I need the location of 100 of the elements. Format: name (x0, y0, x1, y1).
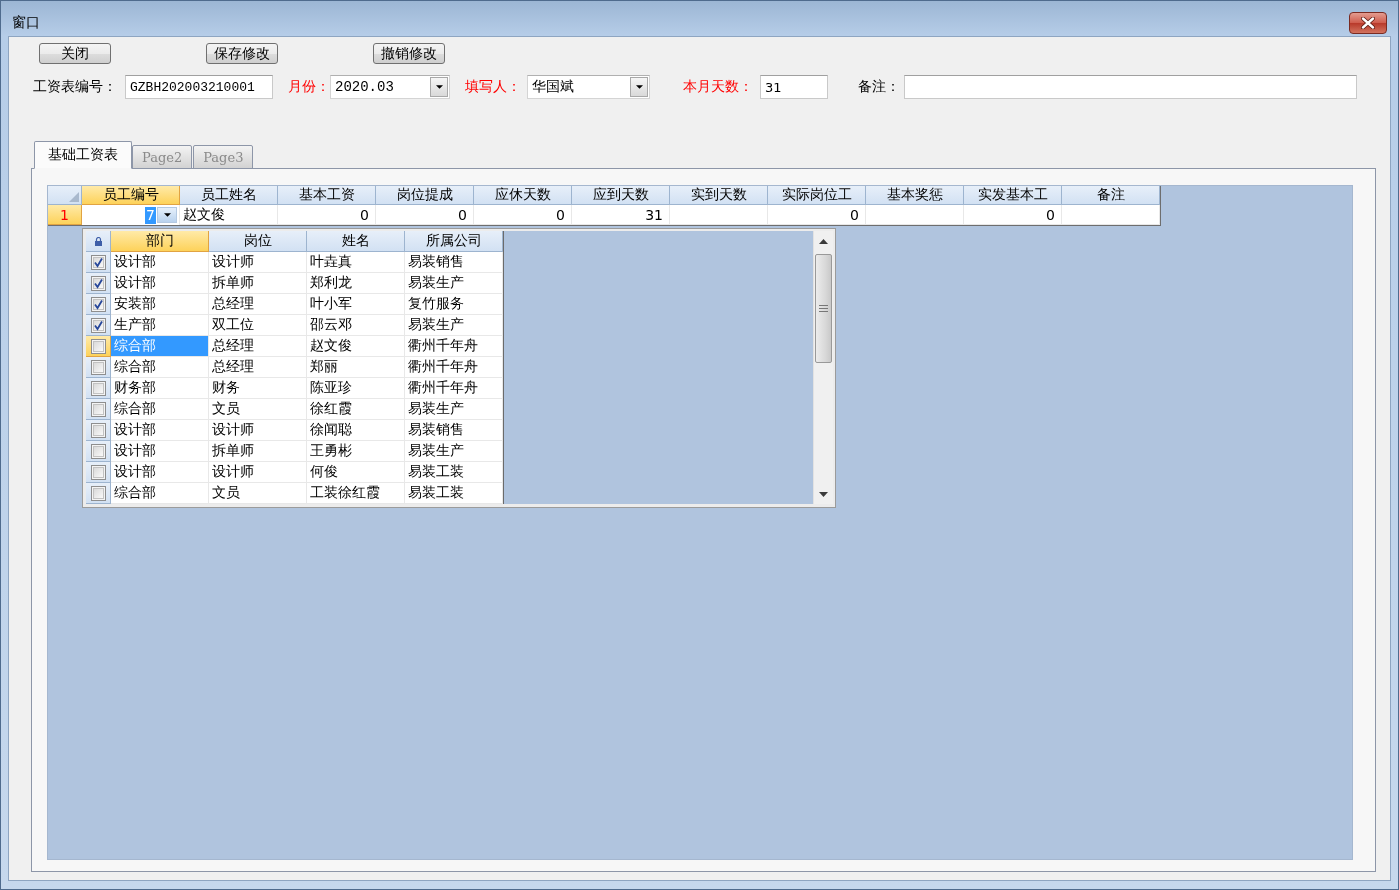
table-cell[interactable]: 易装工装 (405, 483, 503, 504)
checkbox[interactable] (90, 317, 106, 333)
column-header[interactable]: 岗位 (209, 231, 307, 252)
row-header[interactable] (86, 252, 111, 273)
close-button[interactable] (1349, 11, 1387, 34)
table-cell[interactable]: 设计部 (111, 462, 209, 483)
table-cell[interactable]: 综合部 (111, 399, 209, 420)
table-cell[interactable]: 设计师 (209, 462, 307, 483)
table-cell[interactable]: 衢州千年舟 (405, 378, 503, 399)
row-header[interactable] (86, 273, 111, 294)
table-cell[interactable]: 总经理 (209, 294, 307, 315)
checkbox[interactable] (90, 359, 106, 375)
table-cell[interactable]: 设计师 (209, 420, 307, 441)
checkbox[interactable] (90, 380, 106, 396)
checkbox[interactable] (90, 254, 106, 270)
table-cell[interactable]: 易装生产 (405, 315, 503, 336)
toolbar-button[interactable]: 关闭 (39, 43, 111, 64)
table-cell[interactable]: 文员 (209, 399, 307, 420)
table-cell[interactable]: 易装销售 (405, 420, 503, 441)
table-cell[interactable]: 衢州千年舟 (405, 357, 503, 378)
column-header[interactable]: 实到天数 (670, 186, 768, 205)
row-header[interactable] (86, 357, 111, 378)
corner-header[interactable] (86, 231, 111, 252)
table-cell[interactable]: 总经理 (209, 357, 307, 378)
table-cell[interactable]: 徐红霞 (307, 399, 405, 420)
table-cell[interactable]: 邵云邓 (307, 315, 405, 336)
row-header[interactable] (86, 483, 111, 504)
table-cell[interactable]: 易装工装 (405, 462, 503, 483)
column-header[interactable]: 员工编号 (82, 186, 180, 205)
table-cell[interactable]: 财务部 (111, 378, 209, 399)
table-cell[interactable]: 工装徐红霞 (307, 483, 405, 504)
checkbox[interactable] (90, 296, 106, 312)
table-cell[interactable]: 复竹服务 (405, 294, 503, 315)
dropdown-button[interactable] (630, 77, 648, 97)
table-cell[interactable]: 设计师 (209, 252, 307, 273)
column-header[interactable]: 实际岗位工 (768, 186, 866, 205)
row-header[interactable] (86, 315, 111, 336)
column-header[interactable]: 应到天数 (572, 186, 670, 205)
checkbox[interactable] (90, 338, 106, 354)
table-cell[interactable]: 徐闻聪 (307, 420, 405, 441)
scrollbar[interactable] (813, 231, 833, 504)
table-cell[interactable]: 综合部 (111, 357, 209, 378)
checkbox[interactable] (90, 464, 106, 480)
column-header[interactable]: 所属公司 (405, 231, 503, 252)
row-header[interactable] (86, 462, 111, 483)
table-cell[interactable]: 财务 (209, 378, 307, 399)
checkbox[interactable] (90, 485, 106, 501)
table-cell[interactable]: 文员 (209, 483, 307, 504)
checkbox[interactable] (90, 422, 106, 438)
column-header[interactable]: 基本工资 (278, 186, 376, 205)
table-cell[interactable]: 双工位 (209, 315, 307, 336)
text-field[interactable] (904, 75, 1357, 99)
table-cell[interactable]: 生产部 (111, 315, 209, 336)
table-cell[interactable]: 何俊 (307, 462, 405, 483)
table-cell[interactable]: 郑丽 (307, 357, 405, 378)
toolbar-button[interactable]: 撤销修改 (373, 43, 445, 64)
row-header[interactable] (86, 420, 111, 441)
table-cell[interactable]: 赵文俊 (307, 336, 405, 357)
table-cell[interactable]: 郑利龙 (307, 273, 405, 294)
row-header[interactable] (86, 441, 111, 462)
text-field[interactable]: 31 (760, 75, 828, 99)
table-cell[interactable]: 陈亚珍 (307, 378, 405, 399)
dropdown-button[interactable] (157, 207, 177, 223)
table-cell[interactable]: 衢州千年舟 (405, 336, 503, 357)
column-header[interactable]: 实发基本工 (964, 186, 1062, 205)
table-cell[interactable]: 拆单师 (209, 273, 307, 294)
text-field[interactable]: GZBH202003210001 (125, 75, 273, 99)
table-cell[interactable]: 叶垚真 (307, 252, 405, 273)
table-cell[interactable]: 王勇彬 (307, 441, 405, 462)
table-cell[interactable]: 安装部 (111, 294, 209, 315)
row-header[interactable] (86, 378, 111, 399)
column-header[interactable]: 姓名 (307, 231, 405, 252)
row-header[interactable] (86, 294, 111, 315)
table-cell[interactable]: 设计部 (111, 252, 209, 273)
checkbox[interactable] (90, 443, 106, 459)
column-header[interactable]: 备注 (1062, 186, 1160, 205)
combo-box[interactable]: 2020.03 (330, 75, 450, 99)
checkbox[interactable] (90, 275, 106, 291)
toolbar-button[interactable]: 保存修改 (206, 43, 278, 64)
column-header[interactable]: 员工姓名 (180, 186, 278, 205)
table-cell[interactable]: 设计部 (111, 273, 209, 294)
combo-box[interactable]: 华国斌 (527, 75, 650, 99)
column-header[interactable]: 岗位提成 (376, 186, 474, 205)
table-cell[interactable]: 易装销售 (405, 252, 503, 273)
tab[interactable]: 基础工资表 (34, 141, 132, 169)
table-cell[interactable]: 叶小军 (307, 294, 405, 315)
table-cell[interactable]: 易装生产 (405, 399, 503, 420)
column-header[interactable]: 应休天数 (474, 186, 572, 205)
column-header[interactable]: 部门 (111, 231, 209, 252)
table-cell[interactable]: 综合部 (111, 483, 209, 504)
table-cell[interactable]: 设计部 (111, 420, 209, 441)
up-arrow-icon[interactable] (819, 238, 828, 244)
scroll-thumb[interactable] (815, 254, 832, 363)
table-cell[interactable]: 易装生产 (405, 441, 503, 462)
down-arrow-icon[interactable] (819, 491, 828, 497)
table-cell[interactable]: 拆单师 (209, 441, 307, 462)
checkbox[interactable] (90, 401, 106, 417)
table-cell[interactable]: 总经理 (209, 336, 307, 357)
table-cell[interactable]: 设计部 (111, 441, 209, 462)
table-cell[interactable]: 易装生产 (405, 273, 503, 294)
